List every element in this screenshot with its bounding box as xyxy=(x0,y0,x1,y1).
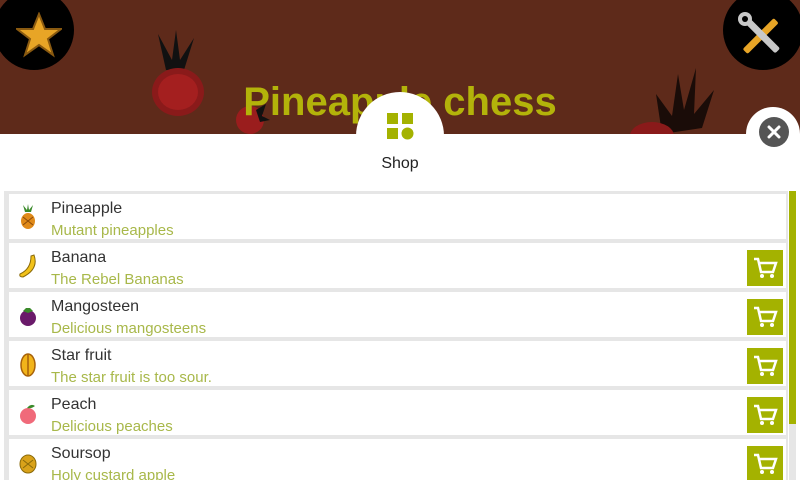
pineapple-icon xyxy=(21,204,35,229)
list-scrollbar-thumb[interactable] xyxy=(789,191,796,424)
item-description: The Rebel Bananas xyxy=(51,271,184,288)
close-button[interactable] xyxy=(759,117,789,147)
cart-icon xyxy=(754,404,778,425)
item-name: Banana xyxy=(51,249,107,266)
list-item[interactable]: Mangosteen Delicious mangosteens xyxy=(9,292,786,337)
buy-button[interactable] xyxy=(747,397,783,433)
item-name: Mangosteen xyxy=(51,298,140,315)
close-icon xyxy=(767,125,781,139)
list-item[interactable]: Peach Delicious peaches xyxy=(9,390,786,435)
item-description: Mutant pineapples xyxy=(51,222,174,239)
item-description: Holy custard apple xyxy=(51,467,176,480)
list-item[interactable]: Soursop Holy custard apple xyxy=(9,439,786,480)
tools-icon xyxy=(738,12,780,54)
cart-icon xyxy=(754,453,778,474)
item-name: Pineapple xyxy=(51,200,123,217)
item-name: Star fruit xyxy=(51,347,112,364)
mangosteen-icon xyxy=(20,308,36,326)
list-item[interactable]: Banana The Rebel Bananas xyxy=(9,243,786,288)
item-name: Soursop xyxy=(51,445,111,462)
starfruit-icon xyxy=(20,353,36,377)
list-item[interactable]: Star fruit The star fruit is too sour. xyxy=(9,341,786,386)
soursop-icon xyxy=(19,454,37,474)
peach-icon xyxy=(20,404,36,424)
buy-button[interactable] xyxy=(747,446,783,480)
item-description: The star fruit is too sour. xyxy=(51,369,212,386)
buy-button[interactable] xyxy=(747,250,783,286)
item-description: Delicious mangosteens xyxy=(51,320,207,337)
grid-icon xyxy=(387,113,414,140)
cart-icon xyxy=(754,306,778,327)
item-name: Peach xyxy=(51,396,97,413)
item-description: Delicious peaches xyxy=(51,418,173,435)
cart-icon xyxy=(754,355,778,376)
list-item[interactable]: Pineapple Mutant pineapples xyxy=(9,194,786,239)
cart-icon xyxy=(754,257,778,278)
shop-item-list[interactable]: Pineapple Mutant pineapples Banana The R… xyxy=(4,191,788,480)
star-icon xyxy=(16,12,62,58)
banana-icon xyxy=(19,254,36,278)
buy-button[interactable] xyxy=(747,348,783,384)
shop-tab-label: Shop xyxy=(381,155,419,172)
buy-button[interactable] xyxy=(747,299,783,335)
